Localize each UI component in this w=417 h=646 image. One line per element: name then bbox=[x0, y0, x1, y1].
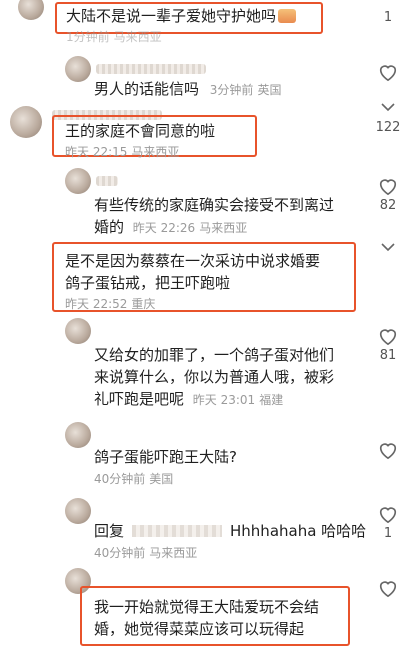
like-area[interactable] bbox=[373, 578, 403, 598]
emoji-icon bbox=[278, 9, 297, 23]
avatar[interactable] bbox=[65, 498, 91, 524]
username-blurred bbox=[96, 176, 118, 186]
comment-meta: 昨天 22:52 重庆 bbox=[65, 297, 156, 311]
heart-outline-icon[interactable] bbox=[377, 176, 399, 196]
heart-outline-icon[interactable] bbox=[377, 62, 399, 82]
comment-meta: 1分钟前 马来西亚 bbox=[66, 30, 162, 44]
username-blurred bbox=[96, 64, 206, 74]
like-count: 82 bbox=[379, 198, 397, 213]
like-count: 1 bbox=[383, 10, 393, 25]
comment-text: 鸽子蛋能吓跑王大陆? bbox=[94, 448, 237, 466]
comment-text: 有些传统的家庭确实会接受不到离过 婚的 昨天 22:26 马来西亚 bbox=[94, 196, 335, 236]
like-area[interactable] bbox=[373, 62, 403, 82]
like-area[interactable]: 1 bbox=[373, 504, 403, 541]
like-area[interactable] bbox=[373, 440, 403, 460]
heart-outline-icon[interactable] bbox=[377, 326, 399, 346]
like-area[interactable]: 122 bbox=[373, 102, 403, 135]
comment-meta: 40分钟前 马来西亚 bbox=[94, 546, 198, 560]
comment-meta: 昨天 22:15 马来西亚 bbox=[65, 145, 180, 159]
avatar[interactable] bbox=[65, 56, 91, 82]
chevron-down-icon[interactable] bbox=[381, 102, 395, 112]
avatar[interactable] bbox=[65, 318, 91, 344]
comment-text: 是不是因为蔡蔡在一次采访中说求婚要 鸽子蛋钻戒，把王吓跑啦 bbox=[65, 252, 321, 292]
like-area[interactable]: 1 bbox=[373, 8, 403, 25]
comment-text: 回复 Hhhhahaha 哈哈哈 bbox=[94, 522, 367, 540]
avatar[interactable] bbox=[65, 422, 91, 448]
like-area[interactable]: 81 bbox=[373, 326, 403, 363]
avatar[interactable] bbox=[18, 0, 44, 20]
chevron-down-icon[interactable] bbox=[381, 242, 395, 252]
like-area[interactable] bbox=[373, 242, 403, 252]
comment-text: 我一开始就觉得王大陆爱玩不会结 婚，她觉得菜菜应该可以玩得起 bbox=[94, 598, 320, 638]
comment-text: 男人的话能信吗 3分钟前 英国 bbox=[94, 80, 282, 98]
reply-target-blurred bbox=[132, 525, 223, 537]
like-count: 81 bbox=[379, 348, 397, 363]
avatar[interactable] bbox=[65, 168, 91, 194]
like-area[interactable]: 82 bbox=[373, 176, 403, 213]
like-count: 122 bbox=[375, 120, 401, 135]
heart-outline-icon[interactable] bbox=[377, 440, 399, 460]
heart-outline-icon[interactable] bbox=[377, 578, 399, 598]
comment-meta: 40分钟前 美国 bbox=[94, 472, 174, 486]
heart-outline-icon[interactable] bbox=[377, 504, 399, 524]
avatar[interactable] bbox=[10, 106, 42, 138]
like-count: 1 bbox=[383, 526, 393, 541]
comment-text: 大陆不是说一辈子爱她守护她吗 bbox=[66, 5, 297, 27]
comment-text: 王的家庭不會同意的啦 bbox=[65, 122, 216, 140]
comment-text: 又给女的加罪了，一个鸽子蛋对他们 来说算什么，你以为普通人哦，被彩 礼吓跑是吧呢… bbox=[94, 346, 335, 408]
